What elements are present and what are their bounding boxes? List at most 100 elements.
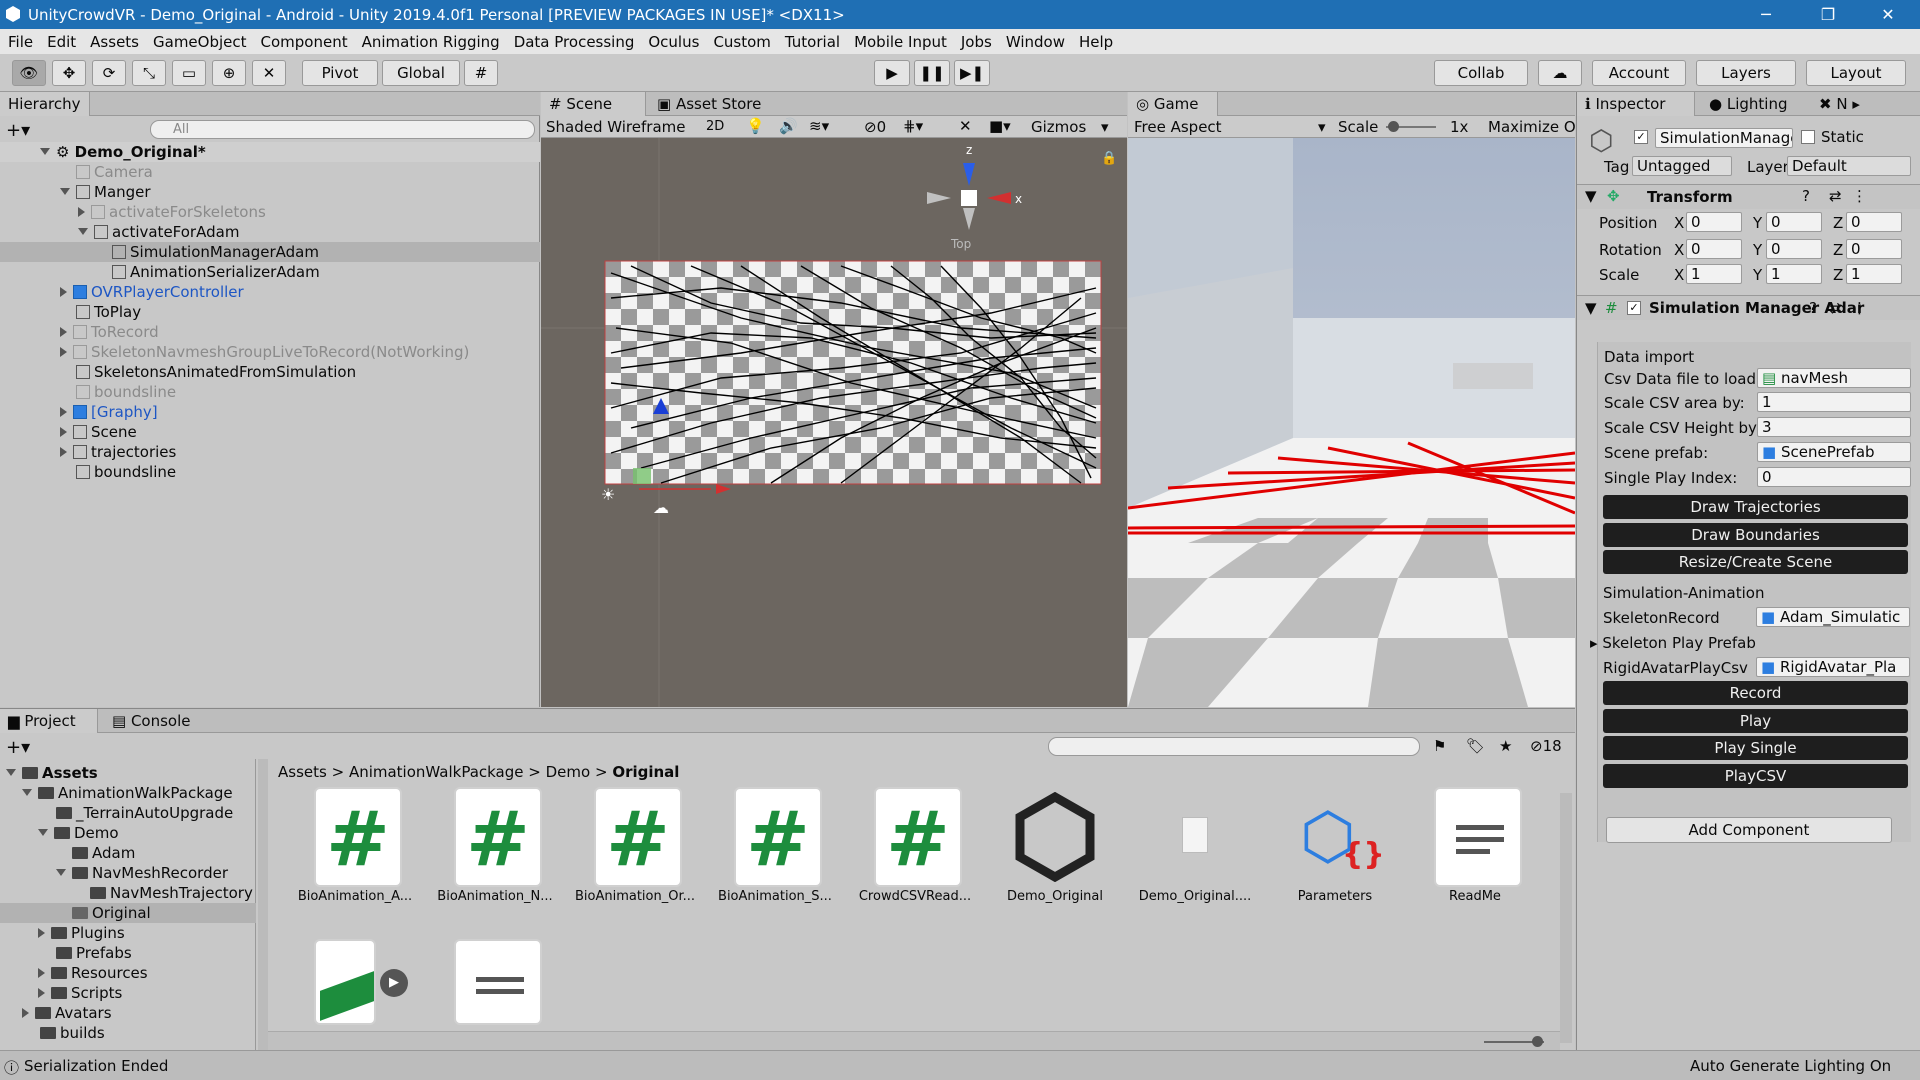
hierarchy-item-skeleton-navmesh-group[interactable]: SkeletonNavmeshGroupLiveToRecord(NotWork… — [60, 342, 469, 362]
menu-window[interactable]: Window — [1006, 33, 1065, 51]
component-enabled-checkbox[interactable]: ✓ — [1627, 301, 1641, 315]
folder-assets[interactable]: Assets — [6, 763, 98, 783]
tab-console[interactable]: ▤ Console — [104, 709, 199, 733]
folder-plugins[interactable]: Plugins — [38, 923, 125, 943]
2d-toggle[interactable]: 2D — [706, 119, 724, 134]
kebab-menu-icon[interactable]: ⋮ — [1852, 299, 1867, 317]
single-play-index-field[interactable]: 0 — [1757, 467, 1911, 487]
aspect-dropdown-arrow[interactable]: ▾ — [1318, 118, 1326, 136]
hierarchy-item-simulation-manager-adam[interactable]: SimulationManagerAdam — [112, 242, 319, 262]
play-button[interactable]: ▶ — [874, 60, 910, 86]
hierarchy-item-ovr-player-controller[interactable]: OVRPlayerController — [60, 282, 244, 302]
folder-original[interactable]: Original — [72, 903, 151, 923]
folder-avatars[interactable]: Avatars — [22, 1003, 112, 1023]
move-tool-button[interactable]: ✥ — [52, 60, 86, 86]
hierarchy-item-boundsline-dim[interactable]: boundsline — [76, 382, 176, 402]
tab-project[interactable]: ▆ Project — [0, 709, 98, 733]
menu-component[interactable]: Component — [261, 33, 348, 51]
kebab-menu-icon[interactable]: ⋮ — [1852, 187, 1867, 205]
layout-dropdown[interactable]: Layout — [1806, 60, 1906, 86]
camera-settings-icon[interactable]: ■▾ — [989, 117, 1011, 135]
transform-header[interactable]: ▼ ✥ Transform ? ⇄ ⋮ — [1577, 185, 1920, 209]
menu-assets[interactable]: Assets — [90, 33, 139, 51]
rect-tool-button[interactable]: ▭ — [172, 60, 206, 86]
custom-tool-button[interactable]: ✕ — [252, 60, 286, 86]
record-button[interactable]: Record — [1603, 681, 1908, 705]
hidden-packages-counter[interactable]: ⊘18 — [1530, 737, 1562, 755]
rotation-x-field[interactable]: 0 — [1686, 239, 1742, 259]
hierarchy-item-toplay[interactable]: ToPlay — [76, 302, 141, 322]
asset-grid-scrollbar[interactable] — [1560, 793, 1572, 1043]
skeleton-record-field[interactable]: ■ Adam_Simulatic — [1756, 607, 1910, 627]
scene-viewport[interactable]: ☀ ☁ z x Top 🔒 — [541, 138, 1127, 707]
play-single-button[interactable]: Play Single — [1603, 736, 1908, 760]
scale-x-field[interactable]: 1 — [1686, 264, 1742, 284]
tree-scrollbar[interactable] — [258, 759, 268, 1051]
static-checkbox[interactable] — [1801, 130, 1815, 144]
hierarchy-item-trajectories[interactable]: trajectories — [60, 442, 176, 462]
folder-resources[interactable]: Resources — [38, 963, 148, 983]
folder-builds[interactable]: builds — [40, 1023, 105, 1043]
menu-help[interactable]: Help — [1079, 33, 1113, 51]
pivot-toggle[interactable]: Pivot — [302, 60, 378, 86]
grid-toggle-icon[interactable]: ⋕▾ — [903, 117, 923, 135]
tools-toggle-icon[interactable]: ✕ — [959, 117, 972, 135]
tag-dropdown[interactable]: Untagged — [1632, 156, 1732, 176]
hierarchy-search-input[interactable]: All — [150, 120, 535, 139]
favorites-icon[interactable]: ★ — [1499, 737, 1512, 755]
component-header[interactable]: ▼ # ✓ Simulation Manager Adar ? ⇄ ⋮ — [1577, 296, 1920, 320]
tab-scene[interactable]: # Scene — [541, 92, 646, 116]
create-plus-button[interactable]: +▾ — [6, 120, 30, 141]
preset-icon[interactable]: ⇄ — [1829, 187, 1842, 205]
menu-custom[interactable]: Custom — [713, 33, 770, 51]
aspect-dropdown[interactable]: Free Aspect — [1134, 118, 1222, 136]
menu-edit[interactable]: Edit — [47, 33, 76, 51]
hierarchy-item-camera[interactable]: Camera — [76, 162, 153, 182]
preset-icon[interactable]: ⇄ — [1829, 299, 1842, 317]
layers-dropdown[interactable]: Layers — [1696, 60, 1796, 86]
search-by-type-icon[interactable]: ⚑ — [1433, 737, 1446, 755]
menu-data-processing[interactable]: Data Processing — [514, 33, 635, 51]
collab-dropdown[interactable]: Collab — [1434, 60, 1528, 86]
scale-tool-button[interactable]: ⤡ — [132, 60, 166, 86]
hierarchy-item-activate-for-skeletons[interactable]: activateForSkeletons — [78, 202, 266, 222]
active-checkbox[interactable]: ✓ — [1634, 130, 1648, 144]
folder-terrain-auto-upgrade[interactable]: _TerrainAutoUpgrade — [56, 803, 233, 823]
game-viewport[interactable] — [1128, 138, 1575, 707]
position-y-field[interactable]: 0 — [1766, 212, 1822, 232]
menu-tutorial[interactable]: Tutorial — [785, 33, 840, 51]
lighting-toggle-icon[interactable]: 💡 — [746, 117, 765, 135]
restore-button[interactable]: ❐ — [1805, 0, 1851, 29]
menu-oculus[interactable]: Oculus — [648, 33, 699, 51]
transform-tool-button[interactable]: ⊕ — [212, 60, 246, 86]
layer-dropdown[interactable]: Default — [1787, 156, 1911, 176]
rotate-tool-button[interactable]: ⟳ — [92, 60, 126, 86]
view-tool-button[interactable]: 👁 — [12, 60, 46, 86]
folder-navmesh-recorder[interactable]: NavMeshRecorder — [56, 863, 228, 883]
folder-adam[interactable]: Adam — [72, 843, 135, 863]
rigid-avatar-field[interactable]: ■ RigidAvatar_Pla — [1756, 657, 1910, 677]
hierarchy-item-activate-for-adam[interactable]: activateForAdam — [78, 222, 239, 242]
playcsv-button[interactable]: PlayCSV — [1603, 764, 1908, 788]
minimize-button[interactable]: ─ — [1743, 0, 1789, 29]
hierarchy-item-torecord[interactable]: ToRecord — [60, 322, 159, 342]
rotation-z-field[interactable]: 0 — [1846, 239, 1902, 259]
add-component-button[interactable]: Add Component — [1606, 817, 1892, 843]
menu-mobile-input[interactable]: Mobile Input — [854, 33, 947, 51]
resize-create-scene-button[interactable]: Resize/Create Scene — [1603, 550, 1908, 574]
step-button[interactable]: ▶❚ — [954, 60, 990, 86]
folder-demo[interactable]: Demo — [38, 823, 119, 843]
breadcrumb-animation-walk-package[interactable]: AnimationWalkPackage — [349, 763, 524, 781]
gizmos-arrow-icon[interactable]: ▾ — [1101, 118, 1109, 136]
folder-navmesh-trajectory[interactable]: NavMeshTrajectory — [90, 883, 253, 903]
hierarchy-item-boundsline[interactable]: boundsline — [76, 462, 176, 482]
skeleton-play-prefab-label[interactable]: ▸ Skeleton Play Prefab — [1590, 634, 1756, 652]
breadcrumb-assets[interactable]: Assets — [278, 763, 327, 781]
hierarchy-item-animation-serializer-adam[interactable]: AnimationSerializerAdam — [112, 262, 320, 282]
shading-mode-dropdown[interactable]: Shaded Wireframe — [546, 118, 685, 136]
project-search-input[interactable] — [1048, 737, 1420, 756]
gizmos-dropdown[interactable]: Gizmos — [1031, 118, 1086, 136]
tab-game[interactable]: ◎ Game — [1128, 92, 1218, 116]
hierarchy-item-demo-original[interactable]: ⚙ Demo_Original* — [40, 142, 206, 162]
hierarchy-item-skeletons-animated[interactable]: SkeletonsAnimatedFromSimulation — [76, 362, 356, 382]
